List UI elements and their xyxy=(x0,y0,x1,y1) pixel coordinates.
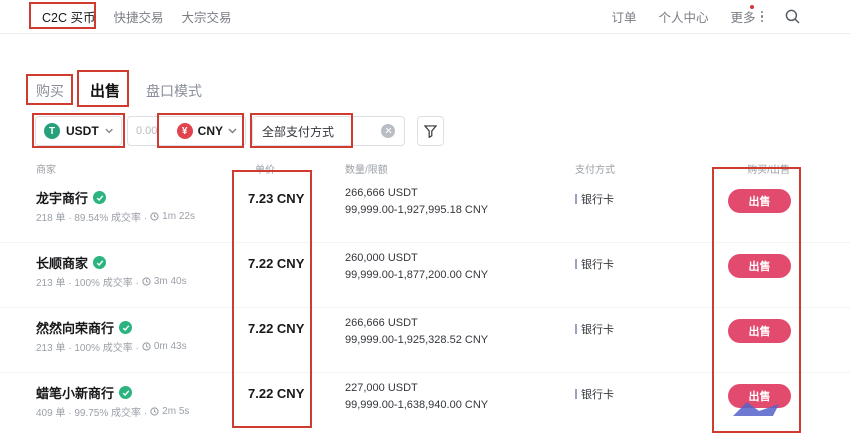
chevron-down-icon xyxy=(105,128,113,134)
merchant-stats: 213 单 · 100% 成交率 · xyxy=(36,274,139,289)
more-label: 更多 xyxy=(730,7,755,26)
table-row: 龙宇商行 218 单 · 89.54% 成交率 · 1m 22s 7.23 CN… xyxy=(0,178,850,243)
amount-fiat-group: 0.00 ¥ CNY xyxy=(127,116,246,146)
header-buy-sell: 购买/出售 xyxy=(747,161,790,176)
payment-bar-icon xyxy=(575,194,577,204)
search-icon[interactable] xyxy=(785,9,800,24)
payment-bar-icon xyxy=(575,389,577,399)
crypto-label: USDT xyxy=(66,124,99,138)
tether-icon: T xyxy=(44,123,60,139)
sell-button[interactable]: 出售 xyxy=(728,254,791,278)
top-navigation: C2C 买币 快捷交易 大宗交易 订单 个人中心 更多 xyxy=(0,0,850,34)
table-row: 长顺商家 213 单 · 100% 成交率 · 3m 40s 7.22 CNY … xyxy=(0,243,850,308)
nav-item-more[interactable]: 更多 xyxy=(730,7,763,26)
payment-method: 银行卡 xyxy=(581,386,614,402)
limit-range: 99,999.00-1,877,200.00 CNY xyxy=(345,267,488,284)
nav-item-profile[interactable]: 个人中心 xyxy=(658,7,708,26)
available-amount: 266,666 USDT xyxy=(345,315,488,332)
header-merchant: 商家 xyxy=(36,161,56,176)
tab-orderbook-mode[interactable]: 盘口模式 xyxy=(146,81,202,101)
clock-icon xyxy=(142,342,151,351)
cny-icon: ¥ xyxy=(177,123,193,139)
header-payment: 支付方式 xyxy=(575,161,615,176)
filter-funnel-button[interactable] xyxy=(417,116,444,146)
notification-dot xyxy=(750,5,754,9)
verified-badge-icon xyxy=(119,386,132,399)
offer-price: 7.22 CNY xyxy=(248,321,304,336)
merchant-avg-time: 0m 43s xyxy=(154,341,187,352)
payment-select-value: 全部支付方式 xyxy=(262,123,381,140)
nav-item-orders[interactable]: 订单 xyxy=(611,7,636,26)
payment-method: 银行卡 xyxy=(581,191,614,207)
limit-range: 99,999.00-1,925,328.52 CNY xyxy=(345,332,488,349)
verified-badge-icon xyxy=(93,256,106,269)
nav-item-c2c-buy[interactable]: C2C 买币 xyxy=(42,7,95,26)
offer-list: 龙宇商行 218 单 · 89.54% 成交率 · 1m 22s 7.23 CN… xyxy=(0,178,850,433)
clock-icon xyxy=(150,212,159,221)
merchant-avg-time: 2m 5s xyxy=(162,406,189,417)
payment-bar-icon xyxy=(575,324,577,334)
amount-input[interactable]: 0.00 xyxy=(136,125,177,137)
funnel-icon xyxy=(424,125,437,138)
merchant-stats: 213 单 · 100% 成交率 · xyxy=(36,339,139,354)
offer-price: 7.22 CNY xyxy=(248,256,304,271)
filter-bar: T USDT 0.00 ¥ CNY 全部支付方式 xyxy=(0,116,850,146)
merchant-avg-time: 3m 40s xyxy=(154,276,187,287)
nav-item-block-trade[interactable]: 大宗交易 xyxy=(182,7,232,26)
clock-icon xyxy=(150,407,159,416)
fiat-select[interactable]: ¥ CNY xyxy=(177,123,237,139)
available-amount: 260,000 USDT xyxy=(345,250,488,267)
chevron-down-icon xyxy=(228,128,237,134)
available-amount: 227,000 USDT xyxy=(345,380,488,397)
offer-price: 7.22 CNY xyxy=(248,386,304,401)
crypto-select[interactable]: T USDT xyxy=(35,116,122,146)
header-price: 单价 xyxy=(255,161,275,176)
table-row: 然然向荣商行 213 单 · 100% 成交率 · 0m 43s 7.22 CN… xyxy=(0,308,850,373)
tab-buy[interactable]: 购买 xyxy=(36,81,64,101)
limit-range: 99,999.00-1,927,995.18 CNY xyxy=(345,202,488,219)
clear-icon[interactable] xyxy=(381,124,395,138)
payment-method: 银行卡 xyxy=(581,321,614,337)
sell-button[interactable]: 出售 xyxy=(728,319,791,343)
header-amount-limit: 数量/限额 xyxy=(345,161,388,176)
payment-method-select[interactable]: 全部支付方式 xyxy=(252,116,405,146)
c2c-trading-page: C2C 买币 快捷交易 大宗交易 订单 个人中心 更多 购买 出售 盘口模式 T… xyxy=(0,0,850,433)
table-header: 商家 单价 数量/限额 支付方式 购买/出售 xyxy=(0,161,850,177)
available-amount: 266,666 USDT xyxy=(345,185,488,202)
kebab-menu-icon xyxy=(761,11,764,23)
tab-sell[interactable]: 出售 xyxy=(90,80,120,101)
fiat-label: CNY xyxy=(198,124,223,138)
nav-item-express-trade[interactable]: 快捷交易 xyxy=(113,7,163,26)
table-row: 蜡笔小新商行 409 单 · 99.75% 成交率 · 2m 5s 7.22 C… xyxy=(0,373,850,433)
merchant-stats: 409 单 · 99.75% 成交率 · xyxy=(36,404,147,419)
merchant-name[interactable]: 蜡笔小新商行 xyxy=(36,383,114,402)
merchant-stats: 218 单 · 89.54% 成交率 · xyxy=(36,209,147,224)
verified-badge-icon xyxy=(93,191,106,204)
limit-range: 99,999.00-1,638,940.00 CNY xyxy=(345,397,488,414)
trade-tabs: 购买 出售 盘口模式 xyxy=(36,80,202,101)
nav-right: 订单 个人中心 更多 xyxy=(611,7,800,26)
merchant-avg-time: 1m 22s xyxy=(162,211,195,222)
nav-left: C2C 买币 快捷交易 大宗交易 xyxy=(42,7,232,26)
offer-price: 7.23 CNY xyxy=(248,191,304,206)
merchant-name[interactable]: 长顺商家 xyxy=(36,253,88,272)
clock-icon xyxy=(142,277,151,286)
payment-bar-icon xyxy=(575,259,577,269)
verified-badge-icon xyxy=(119,321,132,334)
payment-method: 银行卡 xyxy=(581,256,614,272)
cursor-overlay-icon xyxy=(733,402,779,416)
merchant-name[interactable]: 龙宇商行 xyxy=(36,188,88,207)
merchant-name[interactable]: 然然向荣商行 xyxy=(36,318,114,337)
sell-button[interactable]: 出售 xyxy=(728,189,791,213)
